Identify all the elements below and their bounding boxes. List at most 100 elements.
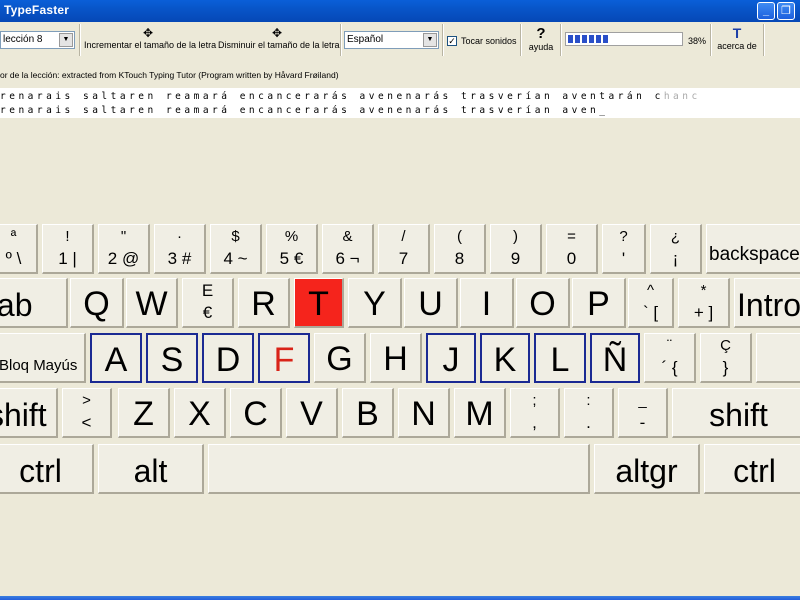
key-p[interactable]: P xyxy=(572,278,626,328)
key-caps-lock[interactable]: Bloq Mayús xyxy=(0,333,86,383)
key-5[interactable]: % 5 € xyxy=(266,224,318,274)
toolbar-separator xyxy=(710,24,712,56)
key-shift-label: ) xyxy=(513,228,518,245)
key-q[interactable]: Q xyxy=(70,278,124,328)
key-t[interactable]: T xyxy=(294,278,344,328)
key-inverted-exclamation[interactable]: ¿ ¡ xyxy=(650,224,702,274)
key-o[interactable]: O xyxy=(516,278,570,328)
key-label: Q xyxy=(83,285,110,323)
key-period[interactable]: :. xyxy=(564,388,614,438)
sound-checkbox[interactable]: ✓ xyxy=(447,36,457,46)
key-b[interactable]: B xyxy=(342,388,394,438)
increase-font-button[interactable]: ✥ Incrementar el tamaño de la letra xyxy=(84,26,216,50)
key-label: } xyxy=(722,358,729,377)
lesson-select[interactable]: lección 8 ▼ xyxy=(0,31,75,49)
key-enter-lower[interactable] xyxy=(756,333,800,383)
key-w[interactable]: W xyxy=(126,278,178,328)
key-label: 5 € xyxy=(279,249,304,268)
key-label: ctrl xyxy=(19,453,62,489)
key-label: P xyxy=(587,285,610,323)
lesson-text-area[interactable]: renarais saltaren reamará encancerarás a… xyxy=(0,88,800,118)
key-4[interactable]: $4 ~ xyxy=(210,224,262,274)
key-shift-label: _ xyxy=(638,392,647,409)
key-ctrl-right[interactable]: ctrl xyxy=(704,444,800,494)
key-u[interactable]: U xyxy=(404,278,458,328)
minimize-button[interactable]: _ xyxy=(757,2,775,20)
key-shift-label: ¨ xyxy=(667,337,672,354)
key-label: D xyxy=(215,341,241,379)
key-1[interactable]: ! 1 | xyxy=(42,224,94,274)
key-8[interactable]: (8 xyxy=(434,224,486,274)
key-v[interactable]: V xyxy=(286,388,338,438)
title-bar: TypeFaster _ ❐ xyxy=(0,0,800,22)
key-i[interactable]: I xyxy=(460,278,514,328)
key-6[interactable]: & 6 ¬ xyxy=(322,224,374,274)
key-apostrophe[interactable]: ? ' xyxy=(602,224,646,274)
key-7[interactable]: /7 xyxy=(378,224,430,274)
key-label: B xyxy=(356,395,379,433)
key-k[interactable]: K xyxy=(480,333,530,383)
key-m[interactable]: M xyxy=(454,388,506,438)
key-label: 7 xyxy=(398,249,409,268)
window-title: TypeFaster xyxy=(4,3,70,17)
taskbar-edge xyxy=(0,596,800,600)
toolbar-separator xyxy=(340,24,342,56)
key-grave[interactable]: ^ ` [ xyxy=(628,278,674,328)
key-j[interactable]: J xyxy=(426,333,476,383)
key-shift-label: & xyxy=(342,228,353,245)
key-l[interactable]: L xyxy=(534,333,586,383)
key-ctrl-left[interactable]: ctrl xyxy=(0,444,94,494)
key-g[interactable]: G xyxy=(314,333,366,383)
key-a[interactable]: A xyxy=(90,333,142,383)
key-s[interactable]: S xyxy=(146,333,198,383)
key-3[interactable]: · 3 # xyxy=(154,224,206,274)
key-n-tilde[interactable]: Ñ xyxy=(590,333,640,383)
key-altgr[interactable]: altgr xyxy=(594,444,700,494)
key-label: Bloq Mayús xyxy=(0,357,78,374)
key-label: E xyxy=(201,281,214,300)
key-2[interactable]: " 2 @ xyxy=(98,224,150,274)
key-label: ´ { xyxy=(661,358,678,377)
key-shift-label: : xyxy=(586,392,591,409)
key-f[interactable]: F xyxy=(258,333,310,383)
key-tab[interactable]: tab xyxy=(0,278,68,328)
key-0[interactable]: = 0 xyxy=(546,224,598,274)
key-y[interactable]: Y xyxy=(348,278,402,328)
key-enter[interactable]: Intro xyxy=(734,278,800,328)
help-button[interactable]: ? ayuda xyxy=(526,25,556,52)
key-z[interactable]: Z xyxy=(118,388,170,438)
key-ordinal[interactable]: ª º \ xyxy=(0,224,38,274)
key-alt[interactable]: alt xyxy=(98,444,204,494)
key-r[interactable]: R xyxy=(238,278,290,328)
key-shift-left[interactable]: shift xyxy=(0,388,58,438)
key-shift-label: * xyxy=(700,282,707,299)
key-space[interactable] xyxy=(208,444,590,494)
help-label: ayuda xyxy=(528,42,554,52)
key-h[interactable]: H xyxy=(370,333,422,383)
key-d[interactable]: D xyxy=(202,333,254,383)
language-select[interactable]: Español ▼ xyxy=(344,31,439,49)
key-9[interactable]: ) 9 xyxy=(490,224,542,274)
progress-percent: 38% xyxy=(688,36,707,46)
key-c-cedilla[interactable]: Ç} xyxy=(700,333,752,383)
chevron-down-icon: ▼ xyxy=(423,33,437,47)
target-text-current: renarais saltaren reamará encancerarás a… xyxy=(0,91,664,102)
key-shift-label: Ç xyxy=(720,337,731,354)
key-e[interactable]: E € xyxy=(182,278,234,328)
key-shift-label: $ xyxy=(231,228,240,245)
key-minus[interactable]: _ - xyxy=(618,388,668,438)
key-label: ¡ xyxy=(672,249,679,268)
key-angle-bracket[interactable]: > < xyxy=(62,388,112,438)
key-shift-right[interactable]: shift xyxy=(672,388,800,438)
key-n[interactable]: N xyxy=(398,388,450,438)
about-button[interactable]: T acerca de xyxy=(715,25,759,51)
key-backspace[interactable]: backspace xyxy=(706,224,800,274)
key-x[interactable]: X xyxy=(174,388,226,438)
key-plus[interactable]: * + ] xyxy=(678,278,730,328)
decrease-font-button[interactable]: ✥ Disminuir el tamaño de la letra xyxy=(218,26,340,50)
key-acute[interactable]: ¨ ´ { xyxy=(644,333,696,383)
key-label: V xyxy=(300,395,323,433)
key-c[interactable]: C xyxy=(230,388,282,438)
key-comma[interactable]: ;, xyxy=(510,388,560,438)
maximize-button[interactable]: ❐ xyxy=(777,2,795,20)
